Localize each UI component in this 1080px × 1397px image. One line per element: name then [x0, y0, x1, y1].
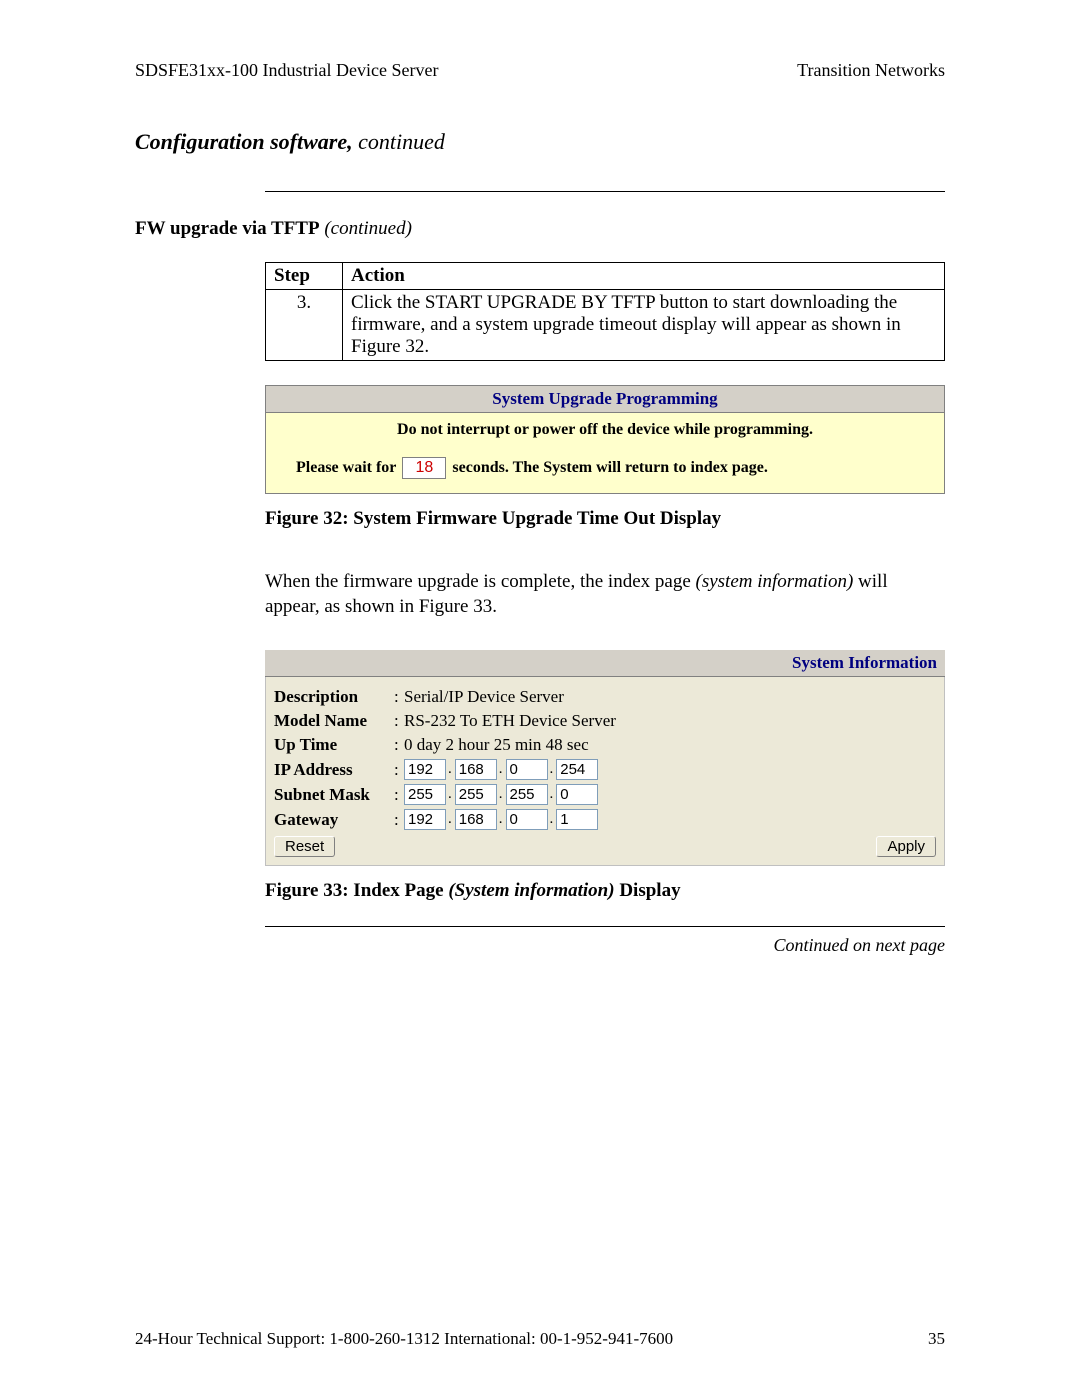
step-table: Step Action 3. Click the START UPGRADE B… — [265, 262, 945, 361]
value-up-time: 0 day 2 hour 25 min 48 sec — [404, 735, 589, 755]
figure-33-caption-italic: (System information) — [448, 880, 614, 901]
ip-octet-2[interactable] — [455, 759, 497, 780]
ip-octet-4[interactable] — [556, 759, 598, 780]
figure-33-titlebar: System Information — [265, 649, 945, 677]
body-italic: (system information) — [696, 571, 854, 592]
ip-octet-1[interactable] — [404, 759, 446, 780]
step-header: Step — [266, 263, 343, 290]
label-model-name: Model Name — [274, 711, 394, 731]
label-up-time: Up Time — [274, 735, 394, 755]
sub-heading-bold: FW upgrade via TFTP — [135, 218, 320, 239]
gw-octet-2[interactable] — [455, 809, 497, 830]
figure-33-button-row: Reset Apply — [274, 836, 936, 857]
action-header: Action — [343, 263, 945, 290]
value-model-name: RS-232 To ETH Device Server — [404, 711, 616, 731]
mask-octet-4[interactable] — [556, 784, 598, 805]
label-subnet-mask: Subnet Mask — [274, 785, 394, 805]
wait-post: seconds. The System will return to index… — [452, 459, 767, 477]
figure-33-caption: Figure 33: Index Page (System informatio… — [265, 880, 945, 902]
reset-button[interactable]: Reset — [274, 836, 335, 857]
header-right: Transition Networks — [797, 60, 945, 81]
divider-top — [265, 191, 945, 192]
step-number: 3. — [266, 290, 343, 361]
row-subnet-mask: Subnet Mask : . . . — [274, 784, 936, 805]
body-paragraph: When the firmware upgrade is complete, t… — [265, 570, 945, 619]
row-ip-address: IP Address : . . . — [274, 759, 936, 780]
mask-octet-3[interactable] — [506, 784, 548, 805]
section-title: Configuration software, continued — [135, 129, 945, 155]
figure-32-titlebar: System Upgrade Programming — [265, 385, 945, 413]
ip-octet-3[interactable] — [506, 759, 548, 780]
wait-pre: Please wait for — [296, 459, 396, 477]
countdown-box: 18 — [402, 457, 446, 479]
value-description: Serial/IP Device Server — [404, 687, 564, 707]
figure-32-panel: System Upgrade Programming Do not interr… — [265, 385, 945, 494]
label-gateway: Gateway — [274, 810, 394, 830]
sub-heading-rest: (continued) — [320, 218, 412, 239]
figure-32-title: System Upgrade Programming — [492, 389, 717, 408]
gw-octet-1[interactable] — [404, 809, 446, 830]
figure-32-caption: Figure 32: System Firmware Upgrade Time … — [265, 508, 945, 530]
body-pre: When the firmware upgrade is complete, t… — [265, 571, 696, 592]
gw-octet-4[interactable] — [556, 809, 598, 830]
page-number: 35 — [928, 1329, 945, 1349]
label-ip-address: IP Address — [274, 760, 394, 780]
step-action: Click the START UPGRADE BY TFTP button t… — [343, 290, 945, 361]
divider-bottom — [265, 926, 945, 927]
page-header: SDSFE31xx-100 Industrial Device Server T… — [135, 60, 945, 81]
section-title-bold: Configuration software, — [135, 129, 353, 154]
figure-32-waitline: Please wait for 18 seconds. The System w… — [296, 457, 914, 479]
figure-33-panel: System Information Description : Serial/… — [265, 649, 945, 866]
figure-32-warning: Do not interrupt or power off the device… — [296, 421, 914, 439]
page-footer: 24-Hour Technical Support: 1-800-260-131… — [135, 1329, 945, 1349]
apply-button[interactable]: Apply — [876, 836, 936, 857]
figure-32-body: Do not interrupt or power off the device… — [265, 413, 945, 494]
header-left: SDSFE31xx-100 Industrial Device Server — [135, 60, 438, 81]
label-description: Description — [274, 687, 394, 707]
step-table-row: 3. Click the START UPGRADE BY TFTP butto… — [266, 290, 945, 361]
figure-33-caption-pre: Figure 33: Index Page — [265, 880, 448, 901]
mask-octet-1[interactable] — [404, 784, 446, 805]
figure-33-caption-post: Display — [615, 880, 681, 901]
mask-octet-2[interactable] — [455, 784, 497, 805]
continued-note: Continued on next page — [135, 935, 945, 956]
sub-heading: FW upgrade via TFTP (continued) — [135, 218, 945, 240]
row-model-name: Model Name : RS-232 To ETH Device Server — [274, 711, 936, 731]
gw-octet-3[interactable] — [506, 809, 548, 830]
figure-33-title: System Information — [792, 653, 937, 672]
row-up-time: Up Time : 0 day 2 hour 25 min 48 sec — [274, 735, 936, 755]
figure-33-body: Description : Serial/IP Device Server Mo… — [265, 677, 945, 866]
step-table-header-row: Step Action — [266, 263, 945, 290]
row-gateway: Gateway : . . . — [274, 809, 936, 830]
footer-left: 24-Hour Technical Support: 1-800-260-131… — [135, 1329, 673, 1349]
row-description: Description : Serial/IP Device Server — [274, 687, 936, 707]
section-title-rest: continued — [353, 129, 445, 154]
